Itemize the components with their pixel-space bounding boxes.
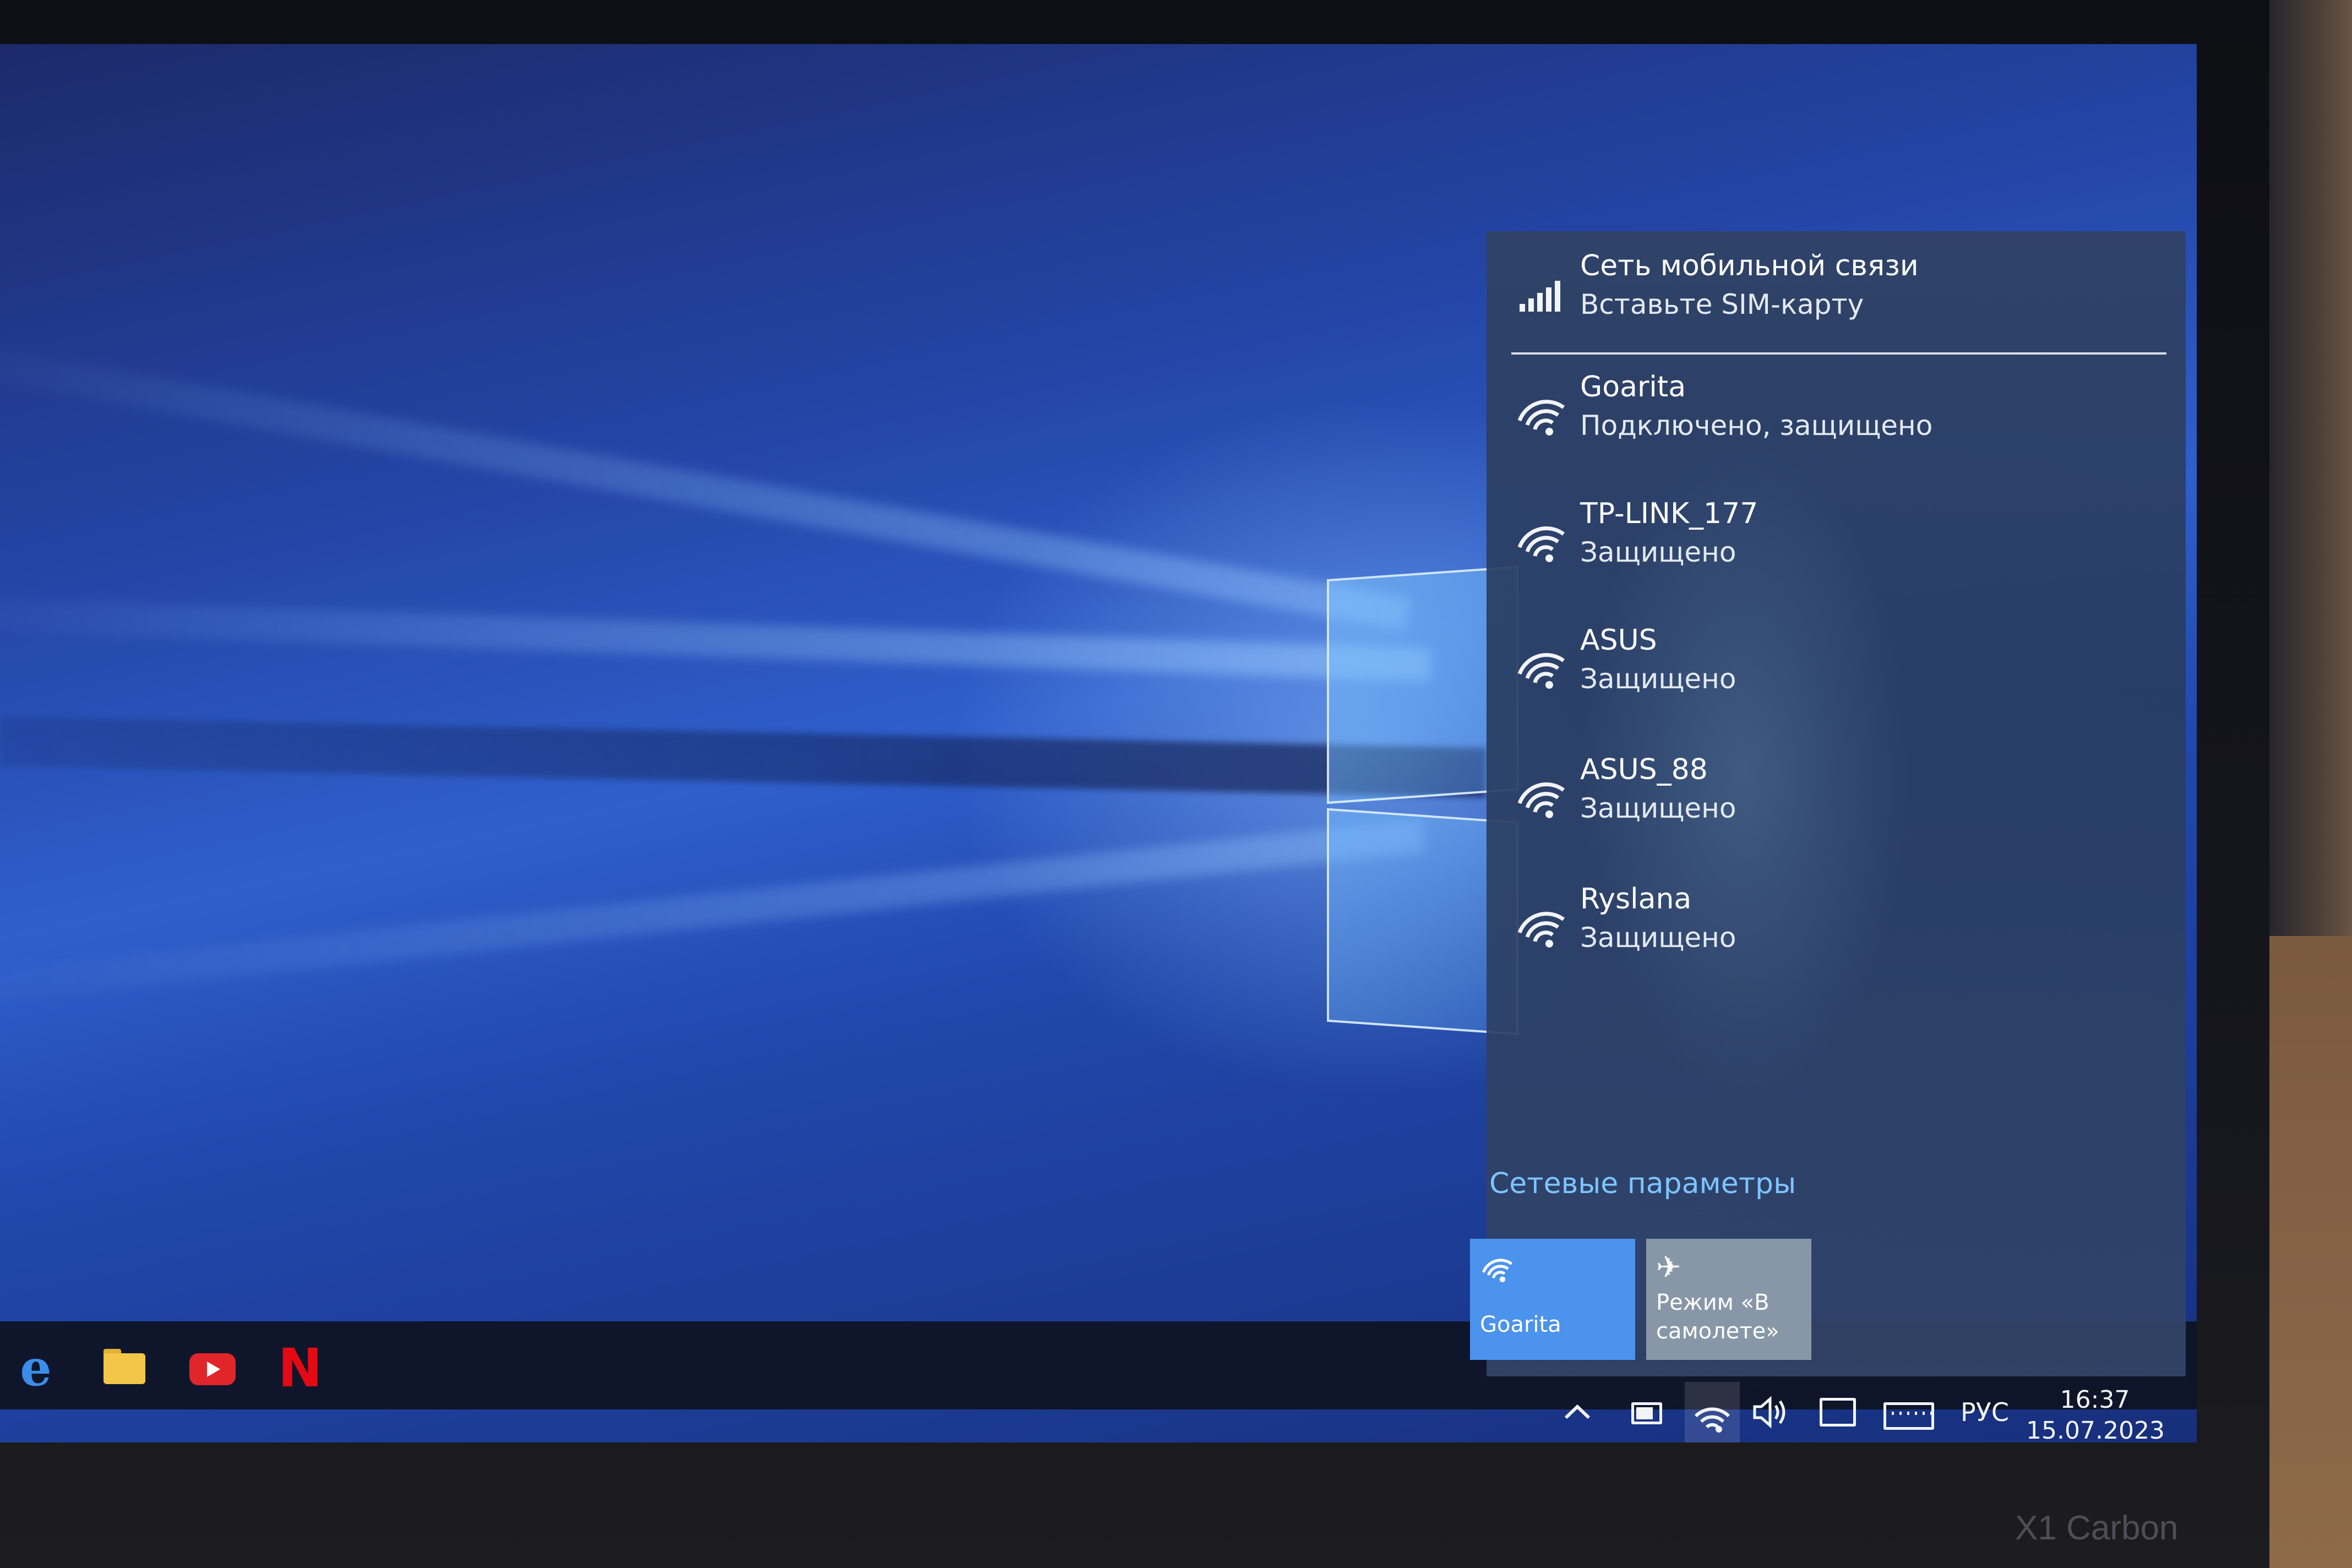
airplane-mode-tile[interactable]: ✈ Режим «В самолете» xyxy=(1646,1239,1811,1360)
airplane-icon: ✈ xyxy=(1656,1250,1681,1284)
edge-icon[interactable]: e xyxy=(11,1343,61,1393)
touch-keyboard-icon[interactable] xyxy=(1880,1390,1935,1434)
wifi-network-status: Защищено xyxy=(1580,792,1736,824)
light-beam xyxy=(0,330,1411,631)
input-language-indicator[interactable]: РУС xyxy=(1954,1390,2015,1434)
wifi-secured-icon xyxy=(1514,768,1569,823)
youtube-icon[interactable] xyxy=(187,1343,237,1393)
wifi-network-item-ryslana[interactable]: Ryslana Защищено xyxy=(1498,875,2169,997)
wifi-network-item-tp-link[interactable]: TP-LINK_177 Защищено xyxy=(1498,490,2169,611)
light-beam xyxy=(0,595,1431,682)
wallpaper-shadow-band xyxy=(0,716,1487,798)
light-beam xyxy=(0,819,1425,1013)
show-hidden-icons-chevron-icon[interactable] xyxy=(1558,1390,1597,1434)
wifi-toggle-label: Goarita xyxy=(1480,1312,1561,1337)
action-center-icon[interactable] xyxy=(1814,1390,1858,1434)
wifi-toggle-tile[interactable]: Goarita xyxy=(1470,1239,1635,1360)
mobile-network-divider xyxy=(1511,352,2166,355)
wifi-network-status: Защищено xyxy=(1580,922,1736,954)
folder-icon[interactable] xyxy=(99,1343,149,1393)
mobile-network-status: Вставьте SIM-карту xyxy=(1580,288,1864,320)
device-brand-label: X1 Carbon xyxy=(2015,1509,2179,1547)
wifi-secured-icon xyxy=(1514,897,1569,952)
cellular-signal-icon xyxy=(1514,264,1569,319)
wifi-network-name: ASUS xyxy=(1580,624,1657,657)
wifi-network-status: Защищено xyxy=(1580,536,1736,568)
wifi-secured-icon xyxy=(1514,639,1569,694)
clock-time: 16:37 xyxy=(2060,1386,2130,1414)
wifi-secured-icon xyxy=(1514,512,1569,567)
wifi-network-name: Goarita xyxy=(1580,371,1686,404)
table-surface xyxy=(2269,936,2352,1568)
netflix-icon[interactable]: N xyxy=(275,1342,325,1395)
wifi-network-name: TP-LINK_177 xyxy=(1580,497,1758,530)
mobile-network-item[interactable]: Сеть мобильной связи Вставьте SIM-карту xyxy=(1498,242,2169,363)
wifi-network-name: ASUS_88 xyxy=(1580,753,1708,786)
wifi-icon xyxy=(1480,1250,1515,1285)
mobile-network-title: Сеть мобильной связи xyxy=(1580,249,1919,282)
battery-icon[interactable] xyxy=(1627,1390,1665,1434)
wifi-network-item-asus-88[interactable]: ASUS_88 Защищено xyxy=(1498,746,2169,867)
network-settings-link[interactable]: Сетевые параметры xyxy=(1489,1167,1796,1200)
wifi-secured-icon xyxy=(1514,385,1569,440)
wifi-network-status: Защищено xyxy=(1580,663,1736,695)
tray-wifi-icon[interactable] xyxy=(1685,1382,1740,1442)
wifi-network-item-asus[interactable]: ASUS Защищено xyxy=(1498,617,2169,738)
wifi-network-name: Ryslana xyxy=(1580,883,1692,916)
wifi-network-status: Подключено, защищено xyxy=(1580,410,1933,442)
airplane-mode-label: Режим «В самолете» xyxy=(1656,1290,1779,1344)
clock-date: 15.07.2023 xyxy=(2026,1417,2165,1445)
wifi-network-item-goarita[interactable]: Goarita Подключено, защищено xyxy=(1498,363,2169,484)
volume-icon[interactable] xyxy=(1748,1390,1792,1434)
clock[interactable]: 16:37 15.07.2023 xyxy=(2026,1385,2165,1446)
